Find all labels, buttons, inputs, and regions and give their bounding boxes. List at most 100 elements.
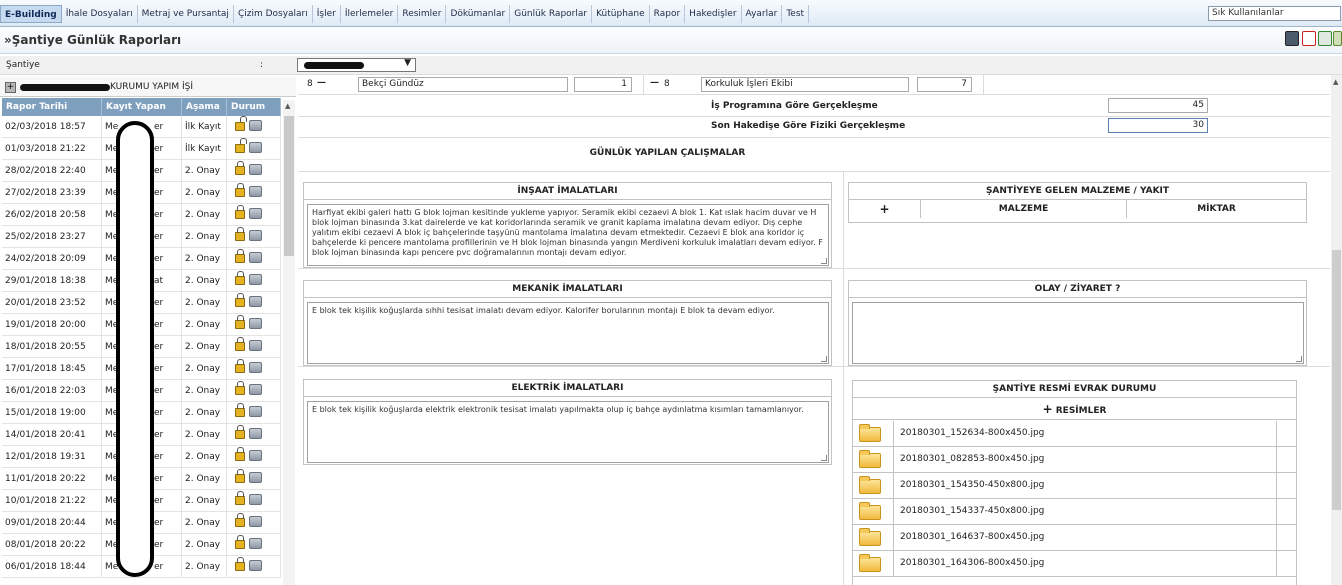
printer-icon[interactable] xyxy=(249,340,262,351)
excel-icon[interactable] xyxy=(1318,31,1332,46)
unlock-icon[interactable] xyxy=(235,116,247,131)
printer-icon[interactable] xyxy=(249,516,262,527)
schedule-progress-input[interactable]: 45 xyxy=(1108,98,1208,113)
printer-icon[interactable] xyxy=(249,208,262,219)
lock-icon[interactable] xyxy=(235,315,245,329)
menu-item[interactable]: İhale Dosyaları xyxy=(62,5,138,23)
resize-grip-icon[interactable] xyxy=(1296,356,1302,362)
team-left-count[interactable]: 1 xyxy=(574,77,632,92)
add-material-button[interactable]: + xyxy=(849,200,921,218)
image-row[interactable]: 20180301_154350-450x800.jpg xyxy=(853,473,1296,499)
lock-icon[interactable] xyxy=(235,227,245,241)
menu-item[interactable]: Günlük Raporlar xyxy=(510,5,593,23)
folder-icon[interactable] xyxy=(859,424,881,442)
report-date[interactable]: 12/01/2018 19:31 xyxy=(2,446,102,467)
save-icon[interactable] xyxy=(1285,31,1299,46)
menu-item[interactable]: Ayarlar xyxy=(742,5,783,23)
lock-icon[interactable] xyxy=(235,381,245,395)
printer-icon[interactable] xyxy=(249,120,262,131)
report-date[interactable]: 02/03/2018 18:57 xyxy=(2,116,102,137)
team-right-name[interactable]: Korkuluk İşleri Ekibi xyxy=(701,77,909,92)
printer-icon[interactable] xyxy=(249,560,262,571)
menu-item[interactable]: Çizim Dosyaları xyxy=(234,5,313,23)
report-date[interactable]: 20/01/2018 23:52 xyxy=(2,292,102,313)
image-row[interactable]: 20180301_164306-800x450.jpg xyxy=(853,551,1296,577)
report-date[interactable]: 15/01/2018 19:00 xyxy=(2,402,102,423)
scroll-up-arrow-icon[interactable]: ▲ xyxy=(1333,78,1338,86)
image-filename[interactable]: 20180301_154337-450x800.jpg xyxy=(893,499,1277,524)
lock-icon[interactable] xyxy=(235,513,245,527)
resize-grip-icon[interactable] xyxy=(821,356,827,362)
printer-icon[interactable] xyxy=(249,164,262,175)
report-date[interactable]: 19/01/2018 20:00 xyxy=(2,314,102,335)
physical-progress-input[interactable]: 30 xyxy=(1108,118,1208,133)
image-row[interactable]: 20180301_164637-800x450.jpg xyxy=(853,525,1296,551)
image-row[interactable]: 20180301_082853-800x450.jpg xyxy=(853,447,1296,473)
lock-icon[interactable] xyxy=(235,447,245,461)
pdf-icon[interactable] xyxy=(1302,31,1316,46)
folder-icon[interactable] xyxy=(859,450,881,468)
printer-icon[interactable] xyxy=(249,428,262,439)
menu-item[interactable]: Resimler xyxy=(398,5,447,23)
lock-icon[interactable] xyxy=(235,535,245,549)
site-select[interactable]: ▼ xyxy=(297,58,416,72)
menu-item[interactable]: Dökümanlar xyxy=(446,5,511,23)
image-filename[interactable]: 20180301_082853-800x450.jpg xyxy=(893,447,1277,472)
lock-icon[interactable] xyxy=(235,249,245,263)
printer-icon[interactable] xyxy=(249,274,262,285)
report-date[interactable]: 10/01/2018 21:22 xyxy=(2,490,102,511)
right-scrollbar-thumb[interactable] xyxy=(1332,250,1341,510)
printer-icon[interactable] xyxy=(249,318,262,329)
folder-icon[interactable] xyxy=(859,528,881,546)
menu-item[interactable]: Metraj ve Pursantaj xyxy=(138,5,234,23)
report-date[interactable]: 14/01/2018 20:41 xyxy=(2,424,102,445)
report-date[interactable]: 25/02/2018 23:27 xyxy=(2,226,102,247)
left-scrollbar-thumb[interactable] xyxy=(284,116,294,256)
menu-item[interactable]: E-Building xyxy=(0,5,62,23)
minus-icon[interactable]: — xyxy=(650,78,659,88)
lock-icon[interactable] xyxy=(235,359,245,373)
printer-icon[interactable] xyxy=(249,362,262,373)
lock-icon[interactable] xyxy=(235,491,245,505)
printer-icon[interactable] xyxy=(249,384,262,395)
printer-icon[interactable] xyxy=(249,142,262,153)
minus-icon[interactable]: — xyxy=(317,78,326,88)
printer-icon[interactable] xyxy=(249,538,262,549)
report-date[interactable]: 08/01/2018 20:22 xyxy=(2,534,102,555)
image-filename[interactable]: 20180301_154350-450x800.jpg xyxy=(893,473,1277,498)
add-image-icon[interactable]: + xyxy=(1043,402,1053,416)
expand-button[interactable]: + xyxy=(5,82,16,93)
lock-icon[interactable] xyxy=(235,205,245,219)
menu-item[interactable]: İşler xyxy=(313,5,341,23)
report-date[interactable]: 11/01/2018 20:22 xyxy=(2,468,102,489)
image-row[interactable]: 20180301_154337-450x800.jpg xyxy=(853,499,1296,525)
printer-icon[interactable] xyxy=(249,252,262,263)
resize-grip-icon[interactable] xyxy=(821,258,827,264)
electrical-works-textarea[interactable]: E blok tek kişilik koğuşlarda elektrik e… xyxy=(307,401,829,463)
unlock-icon[interactable] xyxy=(235,138,247,153)
report-date[interactable]: 09/01/2018 20:44 xyxy=(2,512,102,533)
menu-item[interactable]: Rapor xyxy=(650,5,686,23)
lock-icon[interactable] xyxy=(235,183,245,197)
resize-grip-icon[interactable] xyxy=(821,455,827,461)
lock-icon[interactable] xyxy=(235,337,245,351)
lock-icon[interactable] xyxy=(235,161,245,175)
image-filename[interactable]: 20180301_164637-800x450.jpg xyxy=(893,525,1277,550)
report-date[interactable]: 27/02/2018 23:39 xyxy=(2,182,102,203)
lock-icon[interactable] xyxy=(235,557,245,571)
report-date[interactable]: 28/02/2018 22:40 xyxy=(2,160,102,181)
lock-icon[interactable] xyxy=(235,403,245,417)
images-header[interactable]: + RESİMLER xyxy=(853,399,1296,420)
team-right-count[interactable]: 7 xyxy=(917,77,972,92)
lock-icon[interactable] xyxy=(235,425,245,439)
folder-icon[interactable] xyxy=(859,502,881,520)
folder-icon[interactable] xyxy=(859,476,881,494)
construction-works-textarea[interactable]: Harfiyat ekibi galeri hattı G blok lojma… xyxy=(307,204,829,266)
report-date[interactable]: 01/03/2018 21:22 xyxy=(2,138,102,159)
printer-icon[interactable] xyxy=(249,472,262,483)
printer-icon[interactable] xyxy=(249,230,262,241)
column-header[interactable]: Kayıt Yapan xyxy=(102,98,182,116)
report-date[interactable]: 26/02/2018 20:58 xyxy=(2,204,102,225)
column-header[interactable]: Rapor Tarihi xyxy=(2,98,102,116)
report-date[interactable]: 18/01/2018 20:55 xyxy=(2,336,102,357)
